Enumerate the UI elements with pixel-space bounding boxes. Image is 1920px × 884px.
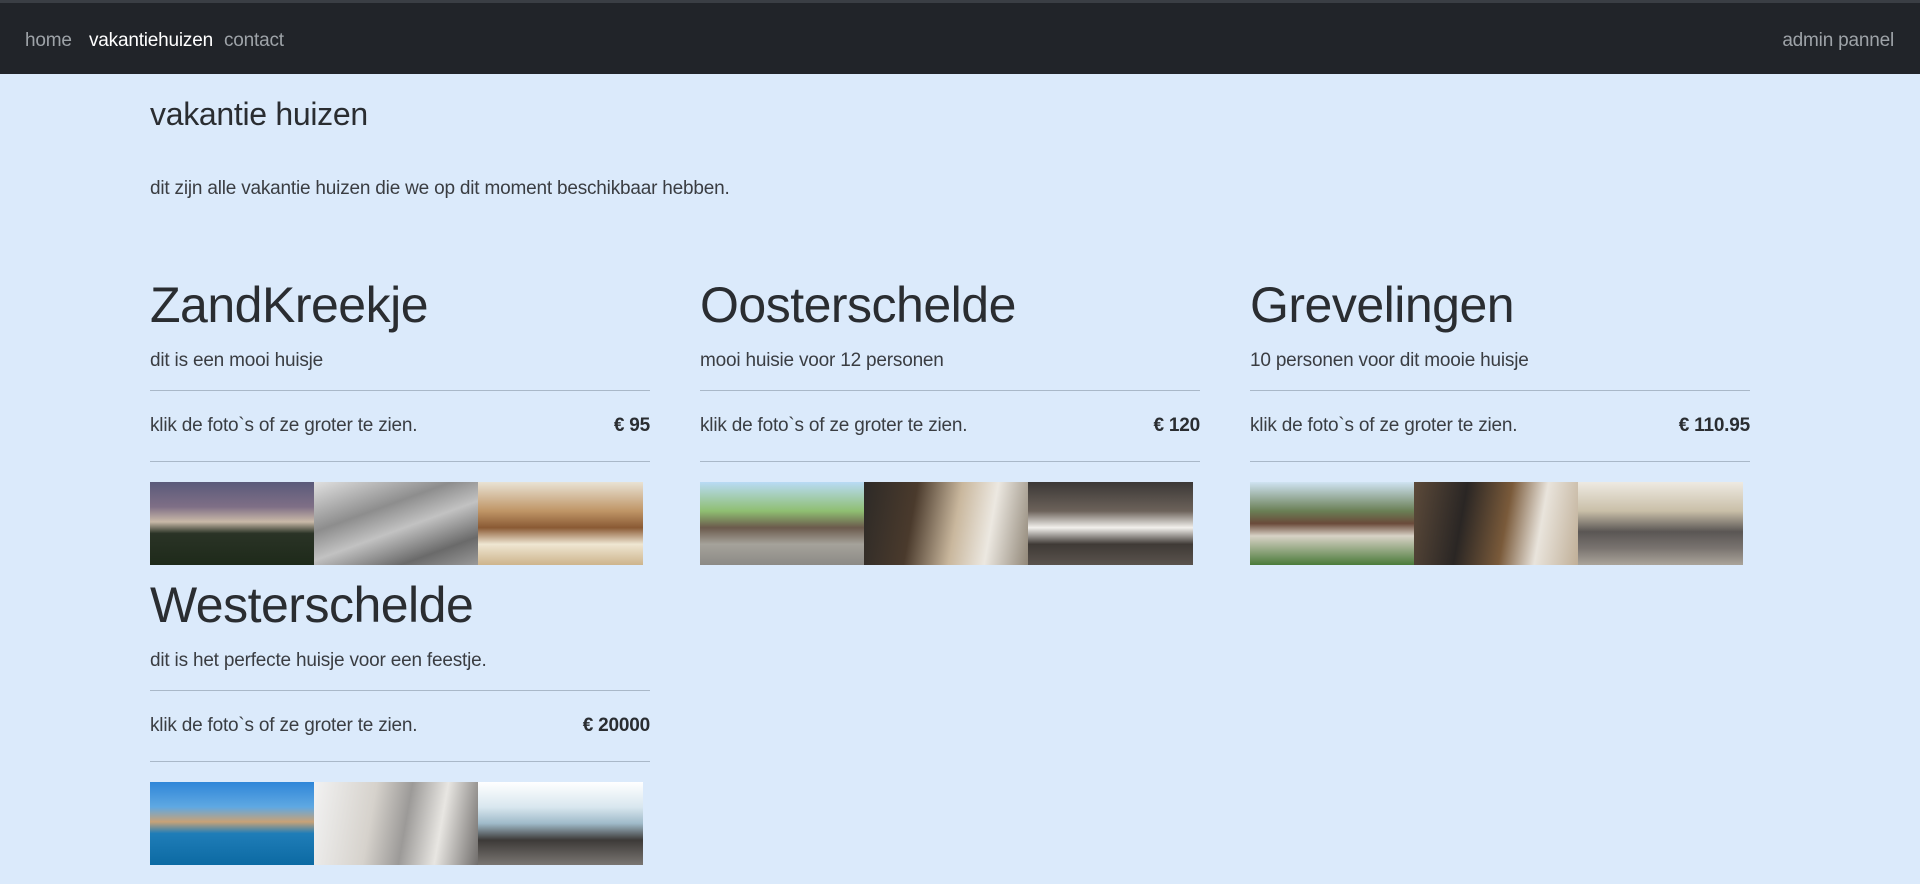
house-photo-strip bbox=[150, 782, 644, 865]
house-price: € 110.95 bbox=[1678, 415, 1751, 436]
house-card-grevelingen: Grevelingen 10 personen voor dit mooie h… bbox=[1250, 277, 1750, 565]
house-title: Grevelingen bbox=[1250, 277, 1515, 333]
house-card-zandkreekje: ZandKreekje dit is een mooi huisje klik … bbox=[150, 277, 650, 565]
house-card-westerschelde: Westerschelde dit is het perfecte huisje… bbox=[150, 577, 650, 865]
house-price: € 20000 bbox=[582, 715, 650, 736]
house-description: dit is het perfecte huisje voor een fees… bbox=[150, 650, 487, 671]
nav-link-vakantiehuizen[interactable]: vakantiehuizen bbox=[89, 30, 213, 52]
photo-hint-text: klik de foto`s of ze groter te zien. bbox=[150, 715, 418, 736]
page-title: vakantie huizen bbox=[150, 96, 368, 132]
nav-link-admin-panel[interactable]: admin pannel bbox=[1782, 30, 1894, 52]
house-photo[interactable] bbox=[314, 482, 479, 565]
house-price: € 120 bbox=[1153, 415, 1200, 436]
top-navbar: home vakantiehuizen contact admin pannel bbox=[0, 0, 1920, 74]
house-photo-strip bbox=[150, 482, 644, 565]
house-price: € 95 bbox=[613, 415, 650, 436]
house-photo[interactable] bbox=[1578, 482, 1743, 565]
photo-hint-text: klik de foto`s of ze groter te zien. bbox=[150, 415, 418, 436]
divider bbox=[150, 461, 650, 462]
house-description: mooi huisie voor 12 personen bbox=[700, 350, 944, 371]
house-photo[interactable] bbox=[1028, 482, 1193, 565]
house-description: dit is een mooi huisje bbox=[150, 350, 324, 371]
house-photo[interactable] bbox=[478, 482, 643, 565]
house-photo[interactable] bbox=[150, 782, 315, 865]
house-description: 10 personen voor dit mooie huisje bbox=[1250, 350, 1529, 371]
house-card-oosterschelde: Oosterschelde mooi huisie voor 12 person… bbox=[700, 277, 1200, 565]
house-photo[interactable] bbox=[150, 482, 315, 565]
house-photo-strip bbox=[1250, 482, 1744, 565]
house-photo[interactable] bbox=[478, 782, 643, 865]
photo-hint-text: klik de foto`s of ze groter te zien. bbox=[700, 415, 968, 436]
house-title: Westerschelde bbox=[150, 577, 474, 633]
house-photo-strip bbox=[700, 482, 1194, 565]
house-info-row: klik de foto`s of ze groter te zien. € 1… bbox=[1250, 391, 1750, 461]
nav-link-contact[interactable]: contact bbox=[224, 30, 284, 52]
page-intro-text: dit zijn alle vakantie huizen die we op … bbox=[150, 178, 730, 199]
house-title: ZandKreekje bbox=[150, 277, 429, 333]
divider bbox=[150, 761, 650, 762]
house-photo[interactable] bbox=[1250, 482, 1415, 565]
house-title: Oosterschelde bbox=[700, 277, 1016, 333]
house-photo[interactable] bbox=[864, 482, 1029, 565]
divider bbox=[700, 461, 1200, 462]
nav-link-home[interactable]: home bbox=[25, 30, 72, 52]
divider bbox=[1250, 461, 1750, 462]
house-photo[interactable] bbox=[1414, 482, 1579, 565]
house-photo[interactable] bbox=[314, 782, 479, 865]
house-info-row: klik de foto`s of ze groter te zien. € 1… bbox=[700, 391, 1200, 461]
house-info-row: klik de foto`s of ze groter te zien. € 9… bbox=[150, 391, 650, 461]
house-photo[interactable] bbox=[700, 482, 865, 565]
photo-hint-text: klik de foto`s of ze groter te zien. bbox=[1250, 415, 1518, 436]
house-info-row: klik de foto`s of ze groter te zien. € 2… bbox=[150, 691, 650, 761]
